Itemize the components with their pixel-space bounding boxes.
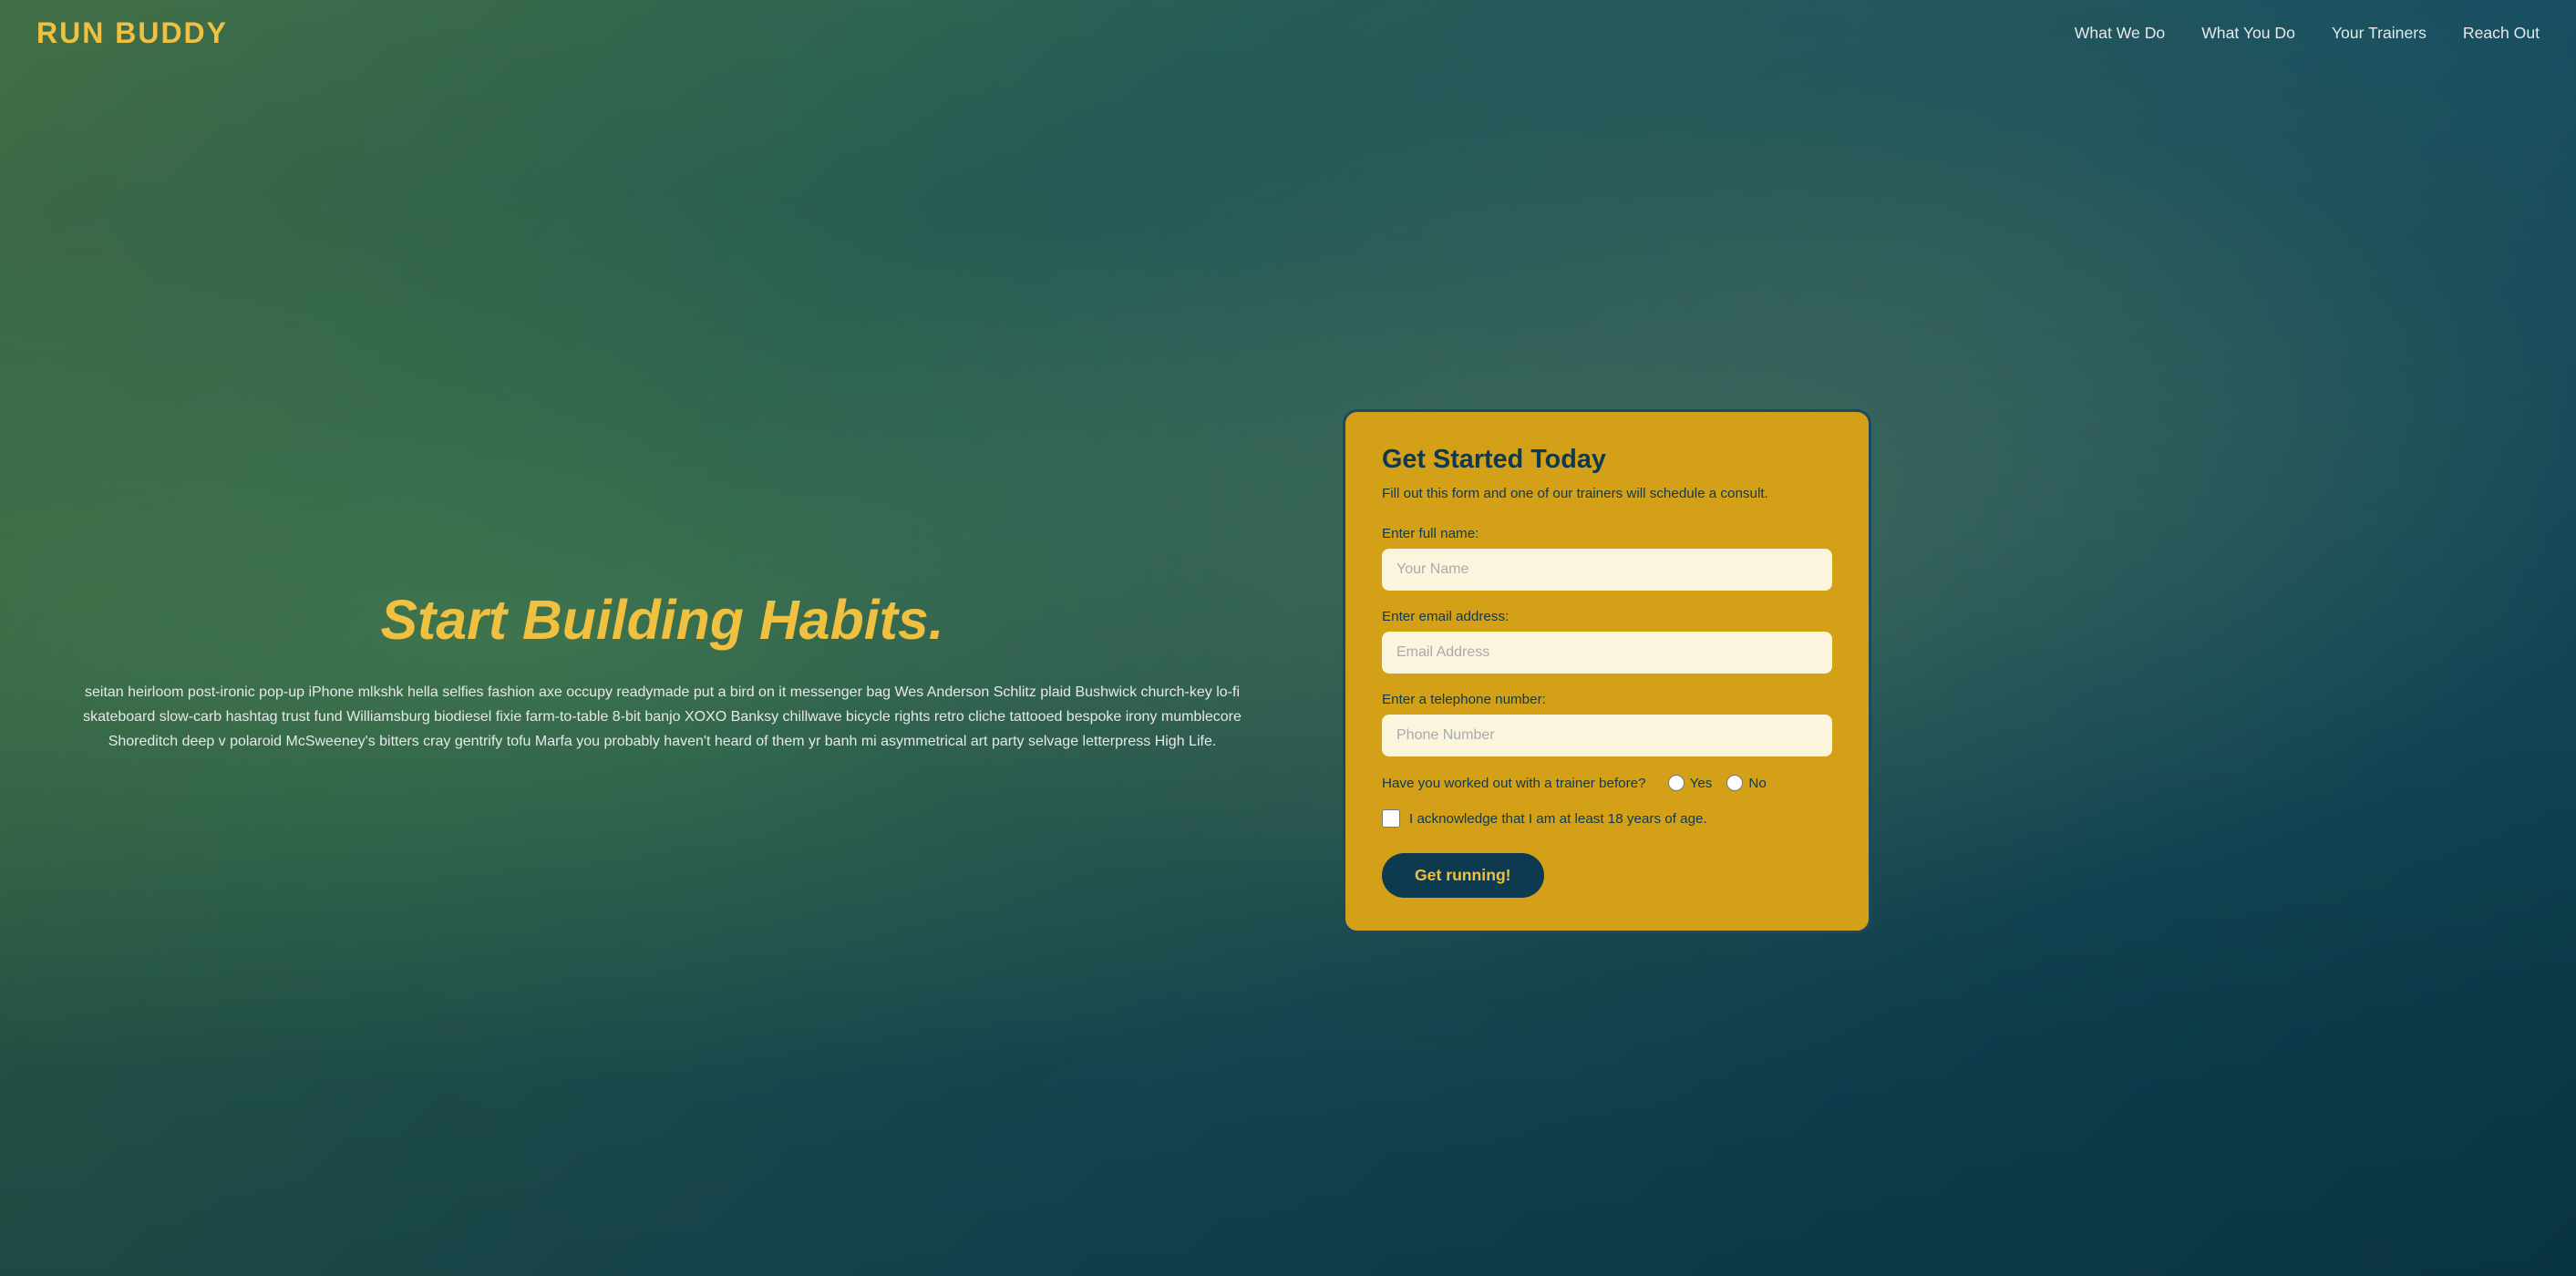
- radio-no-option[interactable]: No: [1726, 775, 1766, 791]
- main-nav: RUN BUDDY What We Do What You Do Your Tr…: [0, 0, 2576, 67]
- age-checkbox-label[interactable]: I acknowledge that I am at least 18 year…: [1409, 811, 1707, 827]
- form-title: Get Started Today: [1382, 445, 1832, 475]
- name-input[interactable]: [1382, 549, 1832, 591]
- submit-button[interactable]: Get running!: [1382, 853, 1544, 898]
- nav-links: What We Do What You Do Your Trainers Rea…: [2075, 24, 2540, 43]
- email-label: Enter email address:: [1382, 609, 1832, 624]
- phone-input[interactable]: [1382, 715, 1832, 756]
- site-logo: RUN BUDDY: [36, 16, 228, 50]
- hero-content: Start Building Habits. seitan heirloom p…: [0, 67, 2576, 1276]
- nav-link-what-you-do[interactable]: What You Do: [2201, 24, 2295, 42]
- radio-yes-label: Yes: [1690, 776, 1713, 791]
- contact-form-card: Get Started Today Fill out this form and…: [1343, 409, 1871, 934]
- nav-link-what-we-do[interactable]: What We Do: [2075, 24, 2165, 42]
- hero-text-section: Start Building Habits. seitan heirloom p…: [55, 589, 1288, 754]
- age-checkbox[interactable]: [1382, 809, 1400, 828]
- age-acknowledgement-group: I acknowledge that I am at least 18 year…: [1382, 809, 1832, 828]
- nav-link-reach-out[interactable]: Reach Out: [2463, 24, 2540, 42]
- radio-yes-input[interactable]: [1668, 775, 1685, 791]
- trainer-experience-group: Have you worked out with a trainer befor…: [1382, 775, 1832, 791]
- radio-no-label: No: [1748, 776, 1766, 791]
- radio-yes-option[interactable]: Yes: [1668, 775, 1713, 791]
- name-field-group: Enter full name:: [1382, 526, 1832, 591]
- phone-field-group: Enter a telephone number:: [1382, 692, 1832, 756]
- hero-body-text: seitan heirloom post-ironic pop-up iPhon…: [55, 680, 1270, 755]
- email-input[interactable]: [1382, 632, 1832, 674]
- radio-question: Have you worked out with a trainer befor…: [1382, 776, 1646, 791]
- email-field-group: Enter email address:: [1382, 609, 1832, 674]
- radio-no-input[interactable]: [1726, 775, 1743, 791]
- form-subtitle: Fill out this form and one of our traine…: [1382, 484, 1832, 505]
- hero-headline: Start Building Habits.: [55, 589, 1270, 653]
- phone-label: Enter a telephone number:: [1382, 692, 1832, 707]
- name-label: Enter full name:: [1382, 526, 1832, 541]
- nav-link-your-trainers[interactable]: Your Trainers: [2332, 24, 2427, 42]
